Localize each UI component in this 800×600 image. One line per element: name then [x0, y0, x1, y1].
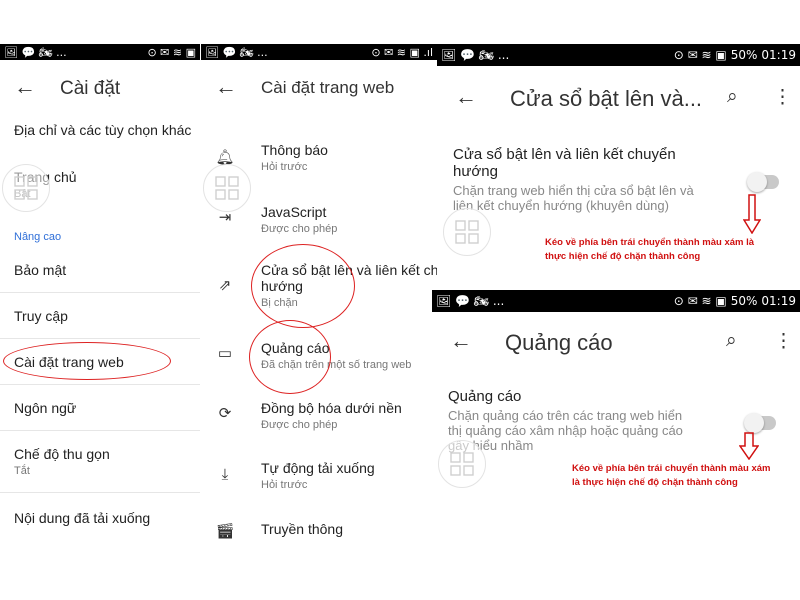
- divider: [0, 292, 200, 293]
- annotation-note: Kéo về phía bên trái chuyển thành màu xá…: [572, 463, 771, 488]
- page-title: Cài đặt trang web: [261, 78, 395, 97]
- list-item-javascript[interactable]: JavaScript Được cho phép: [261, 204, 437, 235]
- page-title: Cài đặt: [60, 78, 121, 99]
- watermark-logo: [203, 164, 251, 212]
- toggle-switch[interactable]: [747, 172, 779, 192]
- divider: [0, 338, 200, 339]
- status-bar: 🖼 💬 🏍 ... ⊙ ✉ ≋ ▣ 50% 01:19: [432, 290, 800, 312]
- clock: 01:19: [761, 294, 796, 308]
- status-bar: 🖼 💬 🏍 ... ⊙ ✉ ≋ ▣ 50% 01:19: [437, 44, 800, 66]
- status-right-icons: ⊙ ✉ ≋ ▣: [673, 48, 727, 62]
- divider: [0, 430, 200, 431]
- search-icon[interactable]: ⌕: [726, 330, 737, 352]
- screen-settings: 🖼 💬 🏍 ... ⊙ ✉ ≋ ▣ ← Cài đặt Địa chỉ và c…: [0, 44, 200, 600]
- divider: [0, 492, 200, 493]
- list-item-site-settings[interactable]: Cài đặt trang web: [14, 354, 200, 370]
- watermark-logo: [2, 164, 50, 212]
- list-item-media[interactable]: Truyền thông: [261, 521, 437, 537]
- list-item-popups[interactable]: Cửa sổ bật lên và liên kết chuyển hướng …: [261, 262, 437, 309]
- list-item-access[interactable]: Truy cập: [14, 308, 200, 324]
- section-header-advanced: Nâng cao: [14, 231, 62, 243]
- divider: [0, 384, 200, 385]
- sync-icon: ⟳: [218, 405, 232, 422]
- clock: 01:19: [761, 48, 796, 62]
- media-icon: 🎬︎: [215, 523, 235, 540]
- list-item-lite-mode[interactable]: Chế độ thu gọn Tắt: [14, 446, 200, 477]
- list-item-notifications[interactable]: Thông báo Hỏi trước: [261, 142, 437, 173]
- status-left-icons: 🖼 💬 🏍 ...: [441, 48, 510, 62]
- setting-popups[interactable]: Cửa sổ bật lên và liên kết chuyển hướng …: [453, 146, 723, 213]
- list-item-address[interactable]: Địa chỉ và các tùy chọn khác: [14, 122, 200, 138]
- list-item-ads[interactable]: Quảng cáo Đã chặn trên một số trang web: [261, 340, 437, 371]
- annotation-note: Kéo về phía bên trái chuyển thành màu xá…: [545, 237, 755, 262]
- status-bar: 🖼 💬 🏍 ... ⊙ ✉ ≋ ▣: [0, 44, 200, 60]
- watermark-logo: [443, 208, 491, 256]
- back-arrow-icon[interactable]: ←: [215, 74, 237, 100]
- status-left-icons: 🖼 💬 🏍 ...: [4, 45, 67, 59]
- list-item-downloads[interactable]: Nội dung đã tải xuống: [14, 510, 200, 526]
- status-right-icons: ⊙ ✉ ≋ ▣ .ıl: [371, 45, 433, 59]
- toggle-switch[interactable]: [744, 413, 776, 433]
- more-options-icon[interactable]: ⋮: [773, 86, 792, 109]
- list-item-background-sync[interactable]: Đồng bộ hóa dưới nền Được cho phép: [261, 400, 437, 431]
- back-arrow-icon[interactable]: ←: [455, 84, 477, 110]
- external-link-icon: ⇗: [218, 277, 232, 294]
- list-item-language[interactable]: Ngôn ngữ: [14, 400, 200, 416]
- status-left-icons: 🖼 💬 🏍 ...: [436, 294, 505, 308]
- status-right-icons: ⊙ ✉ ≋ ▣: [673, 294, 727, 308]
- list-item-security[interactable]: Bảo mật: [14, 262, 200, 278]
- screen-ads: 🖼 💬 🏍 ... ⊙ ✉ ≋ ▣ 50% 01:19 ← Quảng cáo …: [432, 290, 800, 590]
- watermark-logo: [438, 440, 486, 488]
- status-right-icons: ⊙ ✉ ≋ ▣: [147, 45, 196, 59]
- javascript-icon: ⇥: [218, 209, 232, 226]
- download-icon: ⤓: [221, 466, 229, 483]
- status-bar: 🖼 💬 🏍 ... ⊙ ✉ ≋ ▣ .ıl: [201, 44, 437, 60]
- screen-popups: 🖼 💬 🏍 ... ⊙ ✉ ≋ ▣ 50% 01:19 ← Cửa sổ bật…: [437, 44, 800, 290]
- back-arrow-icon[interactable]: ←: [450, 328, 472, 354]
- search-icon[interactable]: ⌕: [727, 86, 738, 108]
- page-title: Cửa sổ bật lên và...: [510, 86, 703, 111]
- list-item-auto-download[interactable]: Tự động tải xuống Hỏi trước: [261, 460, 437, 491]
- arrow-down-annotation: [739, 432, 759, 460]
- arrow-down-annotation: [743, 194, 761, 234]
- status-left-icons: 🖼 💬 🏍 ...: [205, 45, 268, 59]
- page-title: Quảng cáo: [505, 330, 613, 355]
- battery-level: 50%: [730, 294, 758, 308]
- battery-level: 50%: [730, 48, 758, 62]
- ads-window-icon: ▭: [217, 345, 233, 362]
- setting-ads[interactable]: Quảng cáo Chặn quảng cáo trên các trang …: [448, 388, 728, 453]
- more-options-icon[interactable]: ⋮: [774, 330, 793, 353]
- screen-site-settings: 🖼 💬 🏍 ... ⊙ ✉ ≋ ▣ .ıl ← Cài đặt trang we…: [201, 44, 437, 600]
- back-arrow-icon[interactable]: ←: [14, 74, 36, 100]
